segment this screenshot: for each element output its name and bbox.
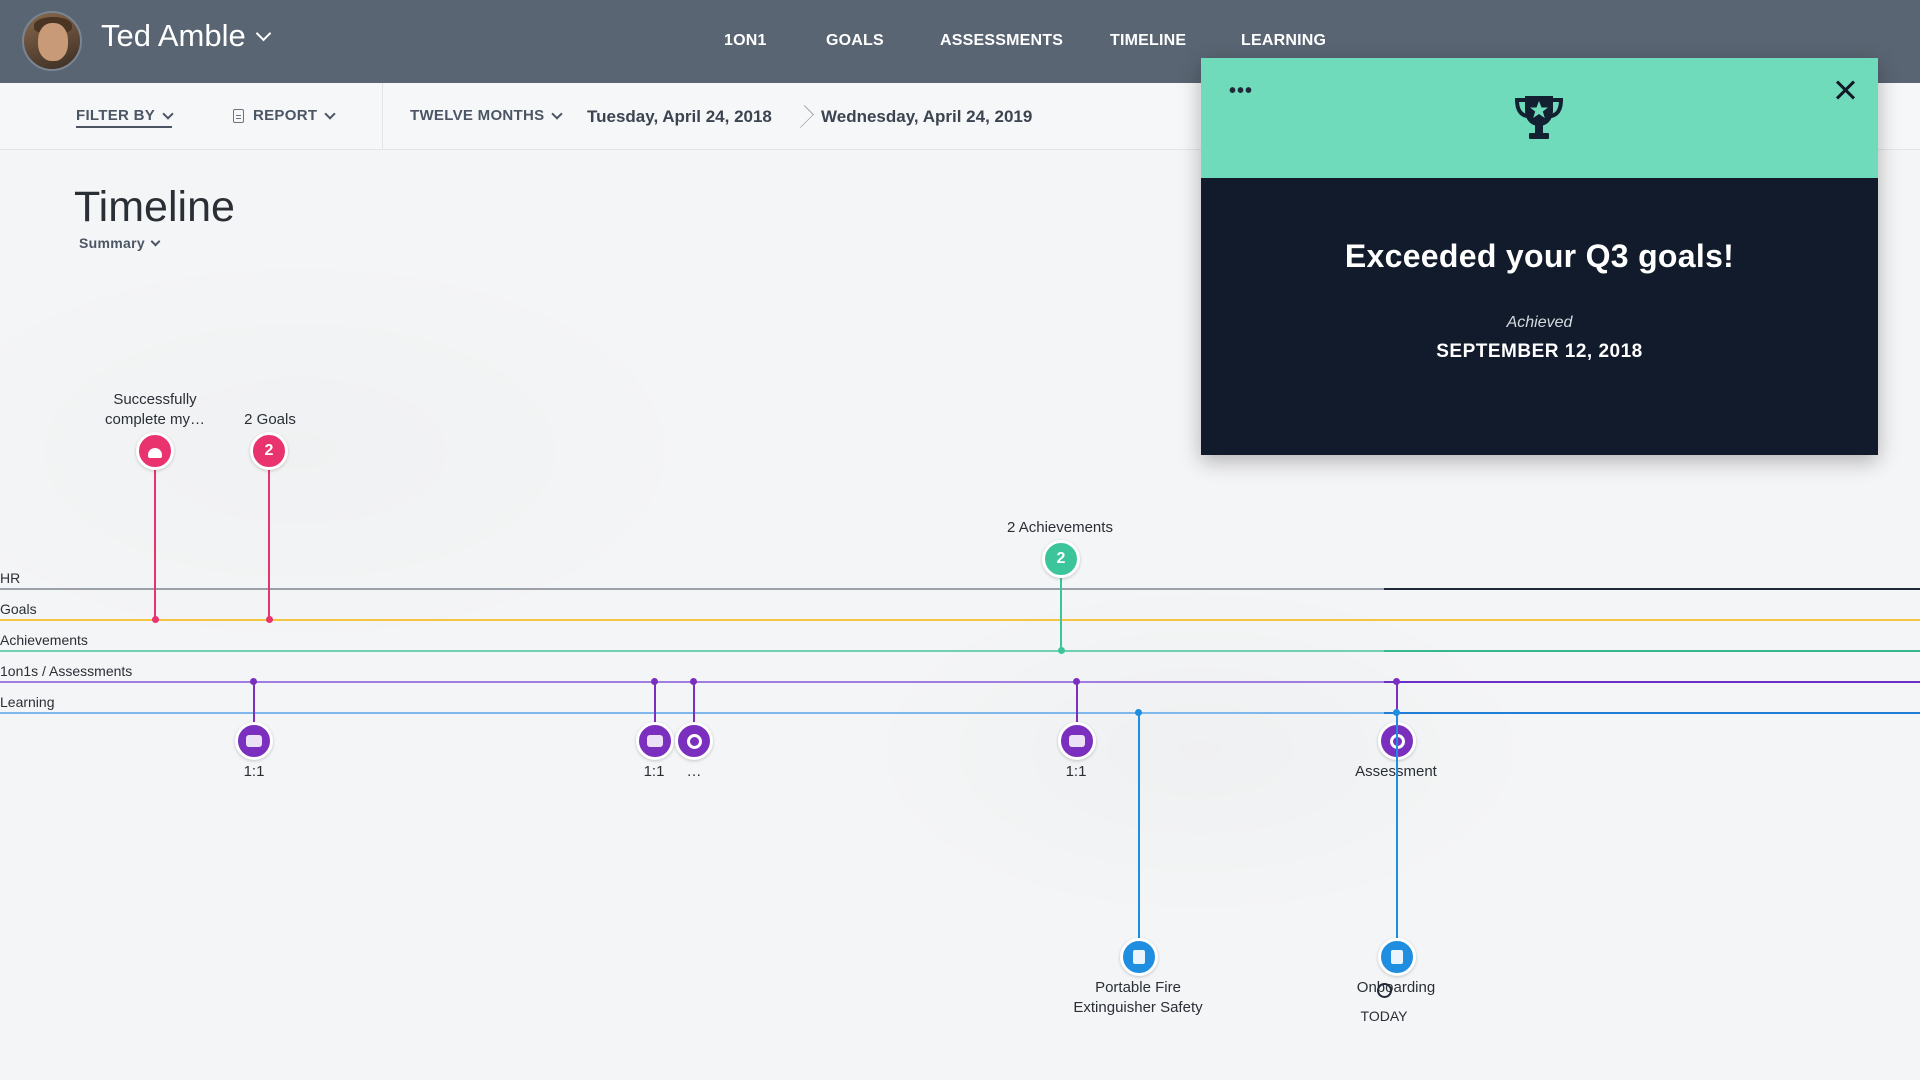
popup-date: SEPTEMBER 12, 2018 [1436,341,1643,362]
chat-icon [246,735,262,747]
summary-label: Summary [79,235,145,251]
event-stem [154,470,156,619]
event-label-line: Extinguisher Safety [1073,999,1203,1016]
report-dropdown[interactable]: REPORT [233,107,336,124]
lane-line-1on1s-future [1384,681,1920,683]
nav-1on1[interactable]: 1ON1 [724,32,767,50]
event-label-line: Successfully [113,391,197,408]
user-icon [148,448,162,458]
end-date[interactable]: Wednesday, April 24, 2019 [821,107,1032,127]
oneonone-marker[interactable] [636,722,674,760]
lane-label-goals: Goals [0,601,37,617]
event-label-onboarding: Onboarding [1356,979,1436,996]
event-label-1on1: 1:1 [243,763,265,780]
chevron-right-icon [793,102,811,130]
chat-icon [647,735,663,747]
lane-line-goals [0,619,1920,621]
lane-label-hr: HR [0,570,21,586]
event-label-learning-fire: Portable Fire Extinguisher Safety [1058,978,1218,1018]
chevron-down-icon [324,107,336,120]
book-icon [1133,950,1145,964]
chevron-down-icon [150,236,161,246]
cursor-ring [1377,983,1392,998]
event-dot [1058,647,1065,654]
filter-by-dropdown[interactable]: FILTER BY [76,107,174,128]
nav-goals[interactable]: GOALS [826,32,884,50]
popup-header: ••• [1201,58,1878,178]
event-stem [654,681,656,725]
event-stem [693,681,695,725]
summary-dropdown[interactable]: Summary [79,235,161,251]
lane-line-learning-future [1384,712,1920,714]
lane-label-learning: Learning [0,694,55,710]
popup-title: Exceeded your Q3 goals! [1344,238,1735,274]
start-date[interactable]: Tuesday, April 24, 2018 [587,107,772,127]
lane-label-achievements: Achievements [0,632,88,648]
goals-group-marker[interactable]: 2 [250,432,288,470]
oneonone-marker[interactable] [235,722,273,760]
learning-marker[interactable] [1120,938,1158,976]
popup-status: Achieved [1506,314,1573,331]
event-dot [266,616,273,623]
nav-learning[interactable]: LEARNING [1241,32,1326,50]
event-label-more: … [686,763,702,780]
event-stem [253,681,255,725]
close-icon[interactable] [1831,76,1859,104]
lane-line-achievements-future [1384,650,1920,652]
achievement-popup: ••• Exceeded your Q3 goals! Achieved SEP… [1201,58,1878,455]
event-label-goals-group: 2 Goals [244,411,296,428]
event-label-line: Portable Fire [1095,979,1181,996]
trophy-icon [1514,96,1564,139]
cog-icon [686,733,702,749]
range-label: TWELVE MONTHS [410,107,545,124]
document-icon [233,108,244,123]
assessment-more-marker[interactable] [675,722,713,760]
chevron-down-icon [551,107,564,120]
learning-marker[interactable] [1378,938,1416,976]
event-label-achievements-group: 2 Achievements [1007,519,1113,536]
today-label: TODAY [1360,1008,1408,1024]
achievements-group-marker[interactable]: 2 [1042,540,1080,578]
event-label-line: complete my… [104,411,206,428]
event-stem [1396,712,1398,940]
report-label: REPORT [253,107,318,124]
avatar-face [38,23,68,61]
chevron-down-icon [255,25,272,41]
lane-label-1on1s: 1on1s / Assessments [0,663,133,679]
event-label-goal: Successfully complete my… [90,390,220,430]
nav-timeline[interactable]: TIMELINE [1110,32,1186,50]
book-icon [1391,950,1403,964]
event-stem [268,470,270,619]
page-title: Timeline [74,183,235,231]
event-stem [1138,712,1140,940]
user-name: Ted Amble [101,18,246,53]
event-label-1on1: 1:1 [1065,763,1087,780]
event-stem [1060,578,1062,650]
chevron-down-icon [162,107,174,120]
goal-marker[interactable] [136,432,174,470]
user-menu[interactable]: Ted Amble [101,18,272,54]
nav-assessments[interactable]: ASSESSMENTS [940,32,1063,50]
filter-by-label: FILTER BY [76,107,156,124]
event-stem [1076,681,1078,725]
divider [382,83,383,149]
range-dropdown[interactable]: TWELVE MONTHS [410,107,564,124]
more-options-icon[interactable]: ••• [1229,80,1253,103]
lane-line-hr-future [1384,588,1920,590]
oneonone-marker[interactable] [1058,722,1096,760]
chat-icon [1069,735,1085,747]
event-dot [152,616,159,623]
avatar[interactable] [22,11,82,71]
